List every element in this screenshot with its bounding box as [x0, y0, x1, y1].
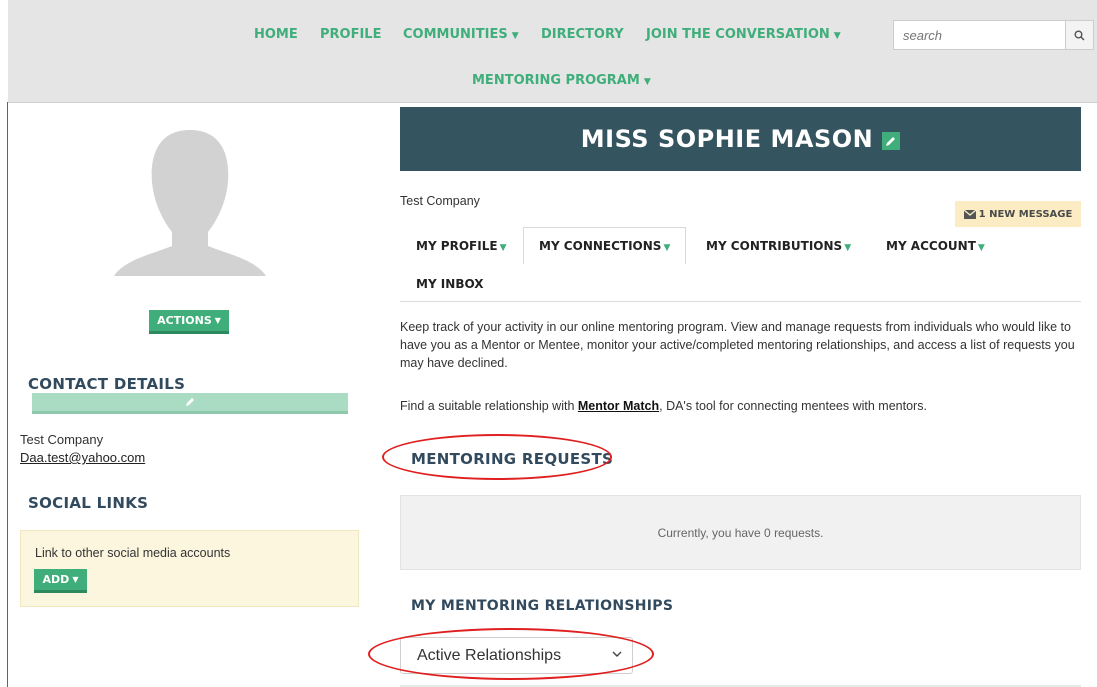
avatar-placeholder-icon: [114, 130, 266, 276]
new-message-label: 1 NEW MESSAGE: [978, 208, 1073, 220]
intro-paragraph: Keep track of your activity in our onlin…: [400, 320, 1075, 370]
mentoring-relationships-title: MY MENTORING RELATIONSHIPS: [411, 598, 674, 614]
nav-join-the-conversation[interactable]: JOIN THE CONVERSATION ▼: [646, 27, 841, 42]
nav-join-label: JOIN THE CONVERSATION: [646, 27, 830, 42]
actions-button[interactable]: ACTIONS ▼: [149, 310, 229, 334]
annotation-circle-filter: [368, 628, 654, 680]
add-label: ADD: [42, 573, 70, 586]
find-suffix: , DA's tool for connecting mentees with …: [659, 399, 927, 413]
tab-my-profile[interactable]: MY PROFILE ▼: [416, 239, 506, 253]
nav-profile[interactable]: PROFILE: [320, 27, 381, 42]
profile-banner: MISS SOPHIE MASON: [400, 107, 1081, 171]
chevron-down-icon: ▼: [72, 575, 79, 584]
actions-label: ACTIONS: [157, 314, 212, 327]
top-navigation: HOME PROFILE COMMUNITIES ▼ DIRECTORY JOIN…: [8, 0, 1097, 103]
mentor-match-link[interactable]: Mentor Match: [578, 399, 659, 413]
social-links-text: Link to other social media accounts: [35, 546, 231, 560]
tab-my-account-label: MY ACCOUNT: [886, 239, 976, 253]
edit-name-icon[interactable]: [882, 131, 901, 150]
envelope-icon: [963, 209, 976, 219]
edit-contact-button[interactable]: [32, 393, 348, 414]
new-message-badge[interactable]: 1 NEW MESSAGE: [955, 201, 1081, 227]
search-input[interactable]: [893, 20, 1066, 50]
nav-home[interactable]: HOME: [254, 27, 298, 42]
tab-my-contributions-label: MY CONTRIBUTIONS: [706, 239, 843, 253]
mentor-match-paragraph: Find a suitable relationship with Mentor…: [400, 397, 1085, 415]
profile-name: MISS SOPHIE MASON: [580, 125, 874, 153]
nav-mentoring-label: MENTORING PROGRAM: [472, 73, 640, 88]
nav-directory[interactable]: DIRECTORY: [541, 27, 624, 42]
tab-my-connections[interactable]: MY CONNECTIONS ▼: [539, 239, 670, 253]
social-links-title: SOCIAL LINKS: [28, 494, 149, 512]
nav-communities[interactable]: COMMUNITIES ▼: [403, 27, 519, 42]
add-social-link-button[interactable]: ADD ▼: [34, 569, 87, 593]
chevron-down-icon: ▼: [844, 243, 852, 253]
contact-details-title: CONTACT DETAILS: [28, 375, 186, 393]
nav-mentoring-program[interactable]: MENTORING PROGRAM ▼: [472, 73, 651, 88]
chevron-down-icon: ▼: [977, 243, 985, 253]
profile-company: Test Company: [400, 194, 480, 208]
chevron-down-icon: ▼: [833, 31, 841, 41]
search-button[interactable]: [1066, 20, 1094, 50]
chevron-down-icon: ▼: [663, 243, 671, 253]
tab-my-inbox[interactable]: MY INBOX: [416, 277, 484, 291]
mentoring-requests-panel: Currently, you have 0 requests.: [400, 495, 1081, 570]
chevron-down-icon: ▼: [511, 31, 519, 41]
find-prefix: Find a suitable relationship with: [400, 399, 578, 413]
requests-empty-text: Currently, you have 0 requests.: [657, 525, 824, 540]
tab-my-connections-label: MY CONNECTIONS: [539, 239, 662, 253]
contact-company: Test Company: [20, 432, 104, 447]
tab-my-contributions[interactable]: MY CONTRIBUTIONS ▼: [706, 239, 851, 253]
pencil-icon: [186, 398, 194, 406]
chevron-down-icon: ▼: [499, 243, 507, 253]
left-border: [7, 102, 8, 687]
chevron-down-icon: ▼: [643, 77, 651, 87]
chevron-down-icon: ▼: [214, 316, 221, 325]
tab-my-account[interactable]: MY ACCOUNT ▼: [886, 239, 985, 253]
search-icon: [1074, 30, 1085, 41]
annotation-circle-requests: [382, 434, 612, 480]
contact-email-link[interactable]: Daa.test@yahoo.com: [20, 450, 145, 465]
tabs-divider: [400, 301, 1081, 302]
nav-communities-label: COMMUNITIES: [403, 27, 508, 42]
tab-my-profile-label: MY PROFILE: [416, 239, 498, 253]
